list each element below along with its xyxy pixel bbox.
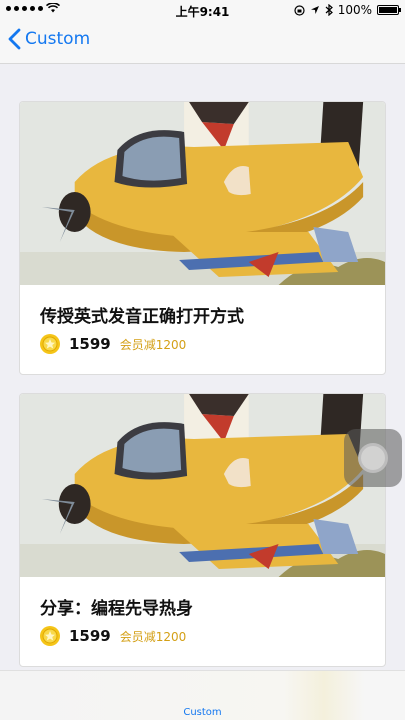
assistive-touch-button[interactable]	[344, 429, 402, 487]
course-price: 1599	[69, 335, 111, 353]
course-card[interactable]: 传授英式发音正确打开方式 1599 会员减1200	[19, 101, 386, 375]
course-price: 1599	[69, 627, 111, 645]
back-button-label: Custom	[25, 29, 91, 49]
member-discount: 会员减1200	[119, 629, 187, 644]
course-title: 传授英式发音正确打开方式	[40, 307, 244, 327]
status-right: 100%	[294, 3, 401, 17]
battery-icon	[377, 5, 401, 15]
status-bar: 上午9:41 100%	[0, 0, 405, 20]
course-cover-image	[20, 102, 385, 285]
coin-icon	[40, 626, 60, 646]
course-title: 分享：编程先导热身	[40, 599, 193, 619]
back-button[interactable]: Custom	[8, 28, 90, 50]
tab-custom[interactable]: Custom	[0, 707, 405, 718]
coin-icon	[40, 334, 60, 354]
battery-fill	[379, 7, 397, 13]
member-discount: 会员减1200	[119, 337, 187, 352]
chevron-left-icon	[8, 28, 21, 50]
course-cover-image	[20, 394, 385, 577]
price-row: 1599 会员减1200	[40, 334, 186, 354]
orientation-lock-icon	[294, 4, 305, 16]
course-card[interactable]: 分享：编程先导热身 1599 会员减1200	[19, 393, 386, 667]
location-icon	[310, 6, 319, 14]
tab-bar: Custom	[0, 670, 405, 720]
navigation-bar: Custom	[0, 20, 405, 64]
bluetooth-icon	[325, 4, 333, 16]
course-list[interactable]: 传授英式发音正确打开方式 1599 会员减1200 分享：编程先导热身 1599…	[0, 64, 405, 670]
battery-percent: 100%	[337, 3, 372, 17]
assistive-touch-icon	[358, 443, 388, 473]
price-row: 1599 会员减1200	[40, 626, 186, 646]
